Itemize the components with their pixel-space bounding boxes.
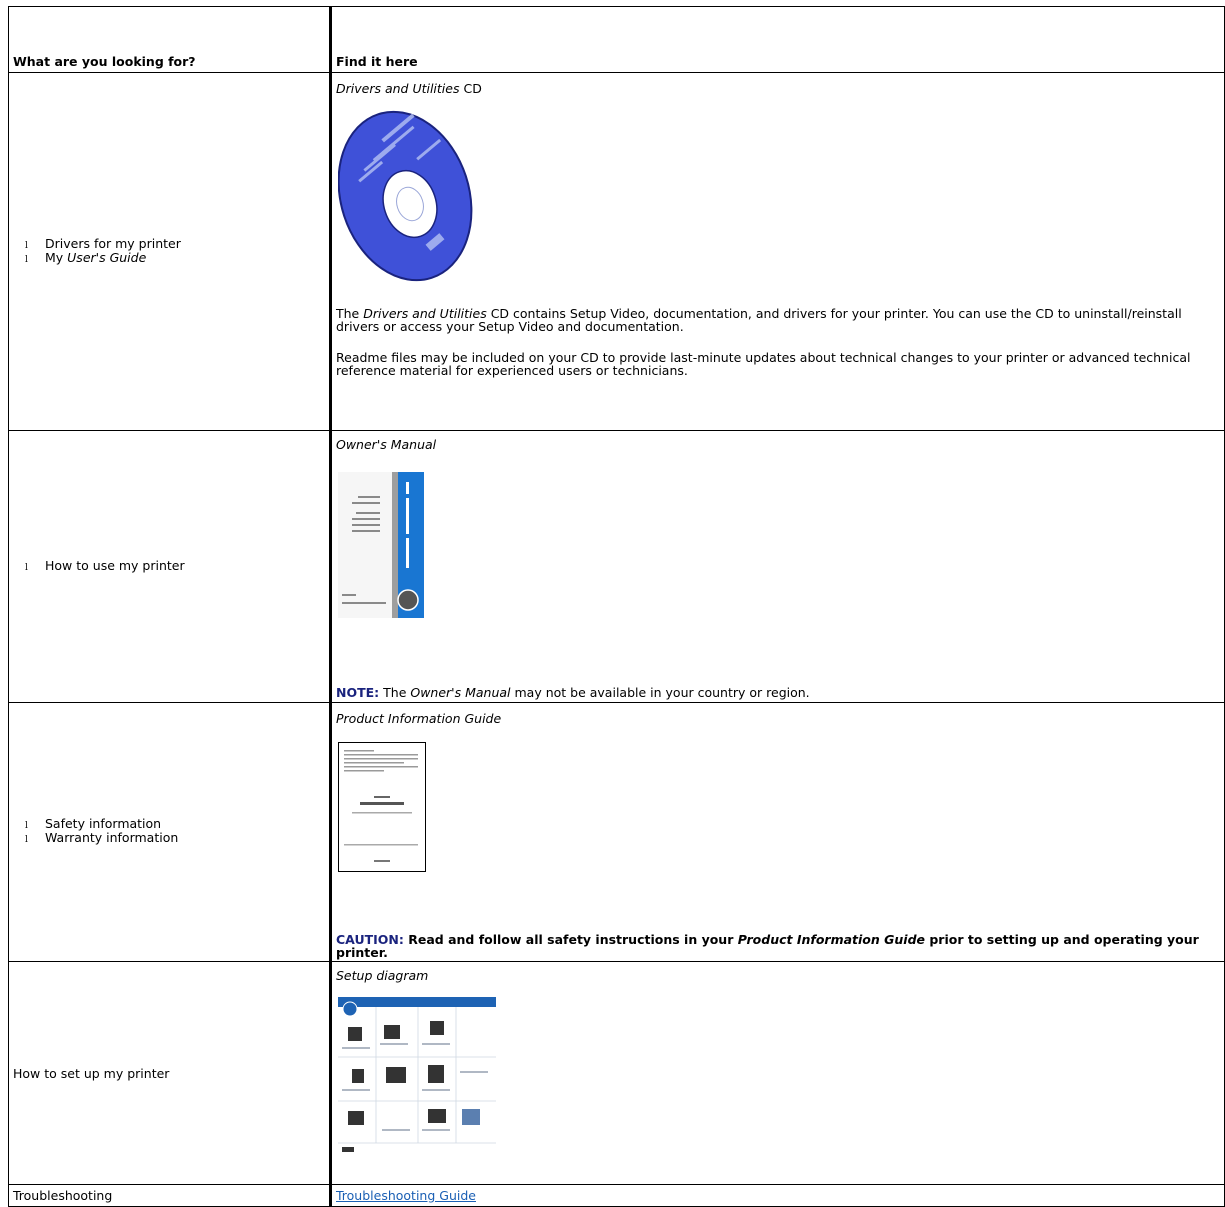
bullet-icon: l (25, 835, 28, 845)
readme-description: Readme files may be included on your CD … (336, 350, 1191, 378)
bullet-icon: l (25, 821, 28, 831)
right-cell: Owner's Manual NOTE: The Owner's Manual … (330, 430, 1225, 703)
list-item: l My User's Guide (25, 249, 147, 265)
doc-title: Drivers and Utilities CD (336, 81, 482, 96)
doc-title: Setup diagram (336, 968, 429, 983)
header-row: What are you looking for? Find it here (8, 6, 1225, 73)
right-cell: Drivers and Utilities CD The Drivers and… (330, 72, 1225, 431)
left-cell: l Drivers for my printer l My User's Guide (8, 72, 332, 431)
right-cell: Setup diagram (330, 961, 1225, 1185)
left-cell: Troubleshooting (8, 1184, 332, 1207)
table-row: Troubleshooting Troubleshooting Guide (8, 1184, 1225, 1207)
header-col2: Find it here (330, 6, 1225, 73)
right-cell: Troubleshooting Guide (330, 1184, 1225, 1207)
header-col1: What are you looking for? (8, 6, 332, 73)
info-table: What are you looking for? Find it here l… (8, 6, 1225, 1207)
bullet-icon: l (25, 254, 28, 265)
caution-note: CAUTION: Read and follow all safety inst… (336, 932, 1199, 960)
table-row: l How to use my printer Owner's Manual N… (8, 430, 1225, 703)
bullet-icon: l (25, 240, 28, 251)
list-item: l Warranty information (25, 830, 179, 845)
left-cell: How to set up my printer (8, 961, 332, 1185)
table-row: l Drivers for my printer l My User's Guide… (8, 72, 1225, 431)
cd-image (337, 108, 1220, 289)
doc-title: Owner's Manual (336, 437, 437, 452)
list-item: l How to use my printer (25, 557, 185, 573)
left-cell: l How to use my printer (8, 430, 332, 703)
table-row: How to set up my printer Setup diagram (8, 961, 1225, 1185)
cd-description: The Drivers and Utilities CD contains Se… (336, 306, 1182, 334)
right-cell: Product Information Guide CAUTION: Read … (330, 702, 1225, 962)
table-row: l Safety information l Warranty informatio… (8, 702, 1225, 962)
left-cell: l Safety information l Warranty informatio… (8, 702, 332, 962)
owners-manual-note: NOTE: The Owner's Manual may not be avai… (336, 685, 810, 700)
bullet-icon: l (25, 562, 28, 573)
product-information-guide-image (338, 742, 1220, 875)
doc-title: Product Information Guide (336, 711, 502, 726)
troubleshooting-guide-link[interactable]: Troubleshooting Guide (336, 1188, 476, 1203)
setup-diagram-image (338, 997, 1220, 1160)
owners-manual-image (338, 472, 1220, 621)
